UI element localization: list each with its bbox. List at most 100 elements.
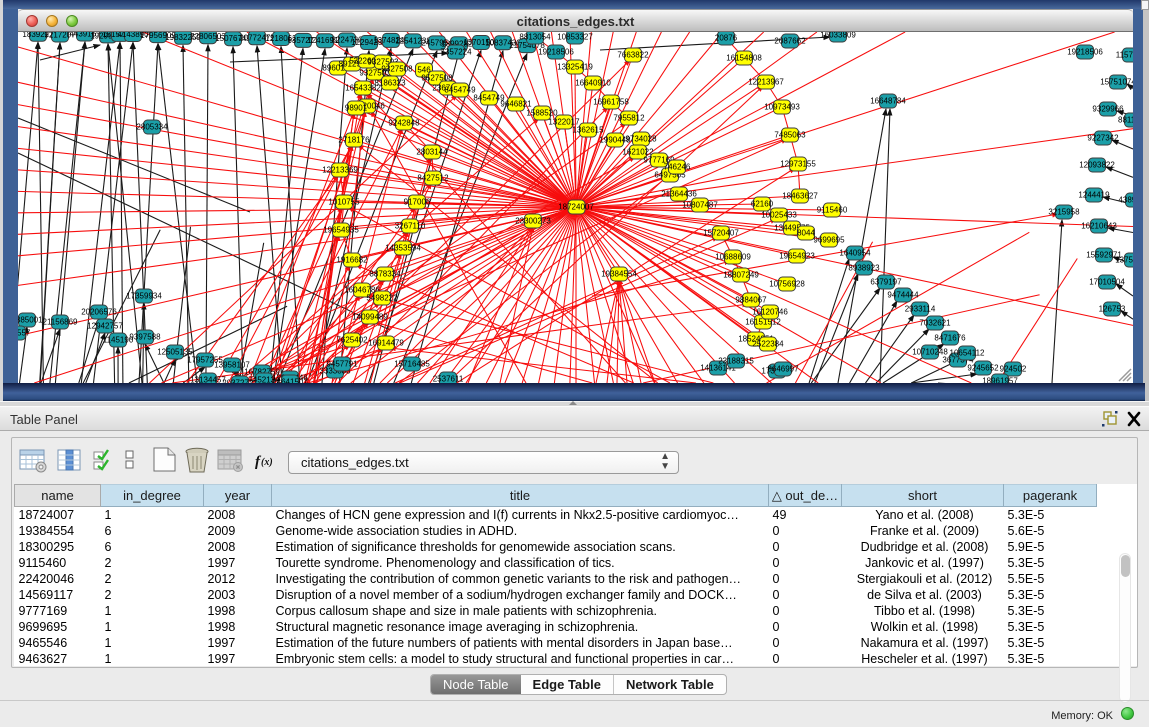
svg-text:12973155: 12973155 [780,160,816,169]
svg-text:21364436: 21364436 [661,190,697,199]
svg-text:1362615: 1362615 [572,126,604,135]
svg-text:12213369: 12213369 [322,166,358,175]
svg-text:9474444: 9474444 [887,291,919,300]
svg-text:126753: 126753 [1099,305,1126,314]
svg-text:15720407: 15720407 [703,229,739,238]
svg-text:12093822: 12093822 [1079,161,1115,170]
svg-text:10973493: 10973493 [764,103,800,112]
svg-text:10688609: 10688609 [715,253,751,262]
svg-text:1916682: 1916682 [336,256,368,265]
svg-text:2718176: 2718176 [338,136,370,145]
svg-text:8646997: 8646997 [767,365,799,374]
svg-text:10756928: 10756928 [769,280,805,289]
svg-text:19384554: 19384554 [601,270,637,279]
svg-text:8811165: 8811165 [1118,116,1133,125]
svg-text:98901: 98901 [345,104,368,113]
svg-text:8186323: 8186323 [374,79,406,88]
svg-text:62160: 62160 [751,200,774,209]
svg-text:20206576: 20206576 [81,308,117,317]
svg-text:7955812: 7955812 [613,114,645,123]
svg-text:16210643: 16210643 [1081,222,1117,231]
svg-text:9327508: 9327508 [381,65,413,74]
svg-text:9699695: 9699695 [813,236,845,245]
svg-text:2537611: 2537611 [433,375,464,384]
svg-text:10654112: 10654112 [950,349,986,358]
svg-text:7625402: 7625402 [336,336,368,345]
svg-text:18807249: 18807249 [723,271,759,280]
svg-text:7485063: 7485063 [774,131,806,140]
svg-text:8427512: 8427512 [417,174,449,183]
svg-text:8813054: 8813054 [519,33,551,42]
svg-text:8878334: 8878334 [369,270,401,279]
svg-text:9115460: 9115460 [817,206,848,215]
svg-text:20876: 20876 [715,34,738,43]
svg-text:2087662: 2087662 [774,37,806,46]
svg-text:14353594: 14353594 [385,244,421,253]
svg-text:7357224: 7357224 [440,48,472,57]
svg-text:16914479: 16914479 [368,339,404,348]
svg-text:2522384: 2522384 [752,340,784,349]
svg-text:9397588: 9397588 [129,333,161,342]
svg-text:16033809: 16033809 [820,32,856,40]
svg-text:17359934: 17359934 [126,292,162,301]
svg-text:21156869: 21156869 [43,318,79,327]
svg-text:10025433: 10025433 [761,211,797,220]
svg-text:9242848: 9242848 [388,119,420,128]
svg-text:1588520: 1588520 [526,109,558,118]
svg-text:12213967: 12213967 [748,78,784,87]
svg-text:746246: 746246 [664,163,691,172]
svg-text:9457791: 9457791 [326,360,358,369]
svg-text:1244419: 1244419 [1078,191,1110,200]
svg-text:9385001: 9385001 [18,316,43,325]
svg-text:3267110: 3267110 [395,222,426,231]
svg-text:5498222: 5498222 [366,294,398,303]
svg-text:23300273: 23300273 [515,217,551,226]
svg-text:19654923: 19654923 [779,252,815,261]
svg-text:15751074: 15751074 [1100,78,1133,87]
svg-text:19218506: 19218506 [538,48,574,57]
svg-text:9646821: 9646821 [500,100,532,109]
svg-text:16120746: 16120746 [752,308,788,317]
svg-text:8454749: 8454749 [444,86,476,95]
svg-text:6379197: 6379197 [870,278,902,287]
svg-text:2933114: 2933114 [905,305,936,314]
svg-text:9329966: 9329966 [1092,105,1124,114]
svg-text:23188315: 23188315 [718,357,754,366]
svg-text:924502: 924502 [1000,365,1027,374]
svg-text:1010755: 1010755 [328,198,360,207]
svg-text:13754919: 13754919 [1115,256,1133,265]
svg-text:15716485: 15716485 [394,360,430,369]
svg-text:18961957: 18961957 [982,377,1018,384]
svg-text:4389045: 4389045 [1118,196,1133,205]
svg-text:13325419: 13325419 [557,63,593,72]
svg-text:14099489: 14099489 [352,313,388,322]
svg-text:18463627: 18463627 [782,192,818,201]
svg-text:24641507: 24641507 [272,378,308,384]
svg-text:16154808: 16154808 [726,54,762,63]
svg-text:9884067: 9884067 [735,296,767,305]
svg-text:1640954: 1640954 [839,249,871,258]
svg-text:17010504: 17010504 [1089,278,1125,287]
svg-text:3215958: 3215958 [1048,208,1080,217]
svg-text:19218506: 19218506 [1067,48,1103,57]
svg-text:18724007: 18724007 [558,203,594,212]
svg-text:2803144: 2803144 [416,148,448,157]
svg-text:12942757: 12942757 [87,322,123,331]
svg-text:10807487: 10807487 [682,201,718,210]
svg-text:9245652: 9245652 [967,364,999,373]
svg-text:16961758: 16961758 [593,98,629,107]
svg-text:16648784: 16648784 [870,97,906,106]
svg-text:7663822: 7663822 [617,51,649,60]
svg-text:8471676: 8471676 [934,334,966,343]
svg-text:9734028: 9734028 [625,135,657,144]
svg-text:10853327: 10853327 [557,33,593,42]
svg-text:(x): (x) [261,457,273,468]
svg-text:8938923: 8938923 [848,264,880,273]
svg-text:1157510: 1157510 [1116,51,1133,60]
svg-text:7032621: 7032621 [919,319,951,328]
svg-text:16640910: 16640910 [575,79,611,88]
svg-text:9227342: 9227342 [1087,134,1119,143]
svg-text:19654935: 19654935 [323,226,359,235]
svg-text:917006: 917006 [404,198,431,207]
svg-text:391557: 391557 [18,329,31,338]
